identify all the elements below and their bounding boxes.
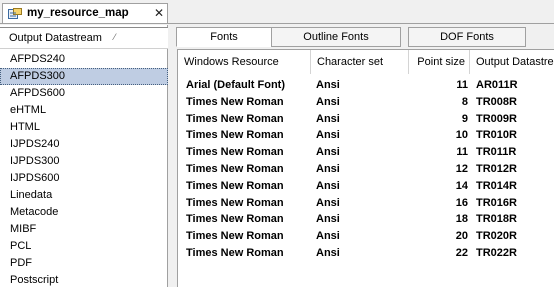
cell-windows-resource: Times New Roman — [186, 129, 284, 142]
font-type-tabs: Fonts Outline Fonts DOF Fonts — [174, 25, 554, 47]
cell-windows-resource: Times New Roman — [186, 162, 284, 175]
datastream-item[interactable]: HTML — [0, 119, 168, 136]
document-tab-title: my_resource_map — [27, 7, 129, 19]
cell-output-datastream: TR012R — [476, 162, 517, 175]
datastream-item[interactable]: eHTML — [0, 102, 168, 119]
datastream-item[interactable]: AFPDS600 — [0, 85, 168, 102]
column-header-output-datastream[interactable]: Output Datastream — [470, 50, 554, 74]
cell-windows-resource: Times New Roman — [186, 196, 284, 209]
cell-point-size: 10 — [455, 129, 468, 142]
cell-output-datastream: TR014R — [476, 179, 517, 192]
sort-icon: ⁄ — [114, 32, 116, 42]
output-datastream-list: AFPDS240 AFPDS300 AFPDS600 eHTML HTML IJ… — [0, 51, 168, 287]
tab-strip-divider — [0, 23, 554, 24]
output-datastream-panel: Output Datastream ⁄ AFPDS240 AFPDS300 AF… — [0, 25, 168, 287]
cell-point-size: 11 — [456, 79, 468, 91]
cell-point-size: 11 — [456, 146, 468, 159]
cell-character-set: Ansi — [316, 179, 340, 192]
font-mapping-panel: Fonts Outline Fonts DOF Fonts Windows Re… — [174, 25, 554, 287]
cell-point-size: 12 — [455, 162, 468, 175]
cell-windows-resource: Times New Roman — [186, 179, 284, 192]
cell-output-datastream: TR020R — [476, 230, 517, 243]
datastream-item[interactable]: PDF — [0, 255, 168, 272]
cell-character-set: Ansi — [316, 196, 340, 209]
cell-output-datastream: AR011R — [476, 79, 518, 91]
font-mapping-table: Windows Resource Character set Point siz… — [177, 49, 554, 287]
cell-character-set: Ansi — [316, 246, 340, 259]
column-header-windows-resource[interactable]: Windows Resource — [178, 50, 311, 74]
table-row[interactable]: Times New Roman Ansi 14 TR014R — [178, 178, 554, 195]
table-row[interactable]: Times New Roman Ansi 9 TR009R — [178, 111, 554, 128]
table-header: Windows Resource Character set Point siz… — [178, 50, 554, 74]
cell-point-size: 8 — [461, 95, 468, 108]
cell-character-set: Ansi — [316, 146, 340, 159]
cell-character-set: Ansi — [316, 95, 340, 108]
document-tab[interactable]: my_resource_map ✕ — [2, 3, 168, 24]
table-row[interactable]: Arial (Default Font) Ansi 11 AR011R — [178, 77, 554, 94]
datastream-item[interactable]: Postscript — [0, 272, 168, 287]
cell-output-datastream: TR010R — [476, 129, 517, 142]
table-row[interactable]: Times New Roman Ansi 10 TR010R — [178, 127, 554, 144]
table-row[interactable]: Times New Roman Ansi 8 TR008R — [178, 94, 554, 111]
datastream-item[interactable]: IJPDS240 — [0, 136, 168, 153]
datastream-item[interactable]: PCL — [0, 238, 168, 255]
tab-fonts[interactable]: Fonts — [176, 27, 272, 47]
cell-output-datastream: TR016R — [476, 196, 517, 209]
cell-windows-resource: Times New Roman — [186, 95, 284, 108]
table-body: Arial (Default Font) Ansi 11 AR011R Time… — [178, 77, 554, 262]
cell-character-set: Ansi — [316, 230, 340, 243]
cell-point-size: 20 — [455, 230, 468, 243]
datastream-item[interactable]: IJPDS600 — [0, 170, 168, 187]
table-row[interactable]: Times New Roman Ansi 18 TR018R — [178, 211, 554, 228]
cell-output-datastream: TR011R — [476, 146, 517, 159]
cell-windows-resource: Times New Roman — [186, 112, 284, 125]
table-row[interactable]: Times New Roman Ansi 16 TR016R — [178, 195, 554, 212]
cell-character-set: Ansi — [316, 112, 340, 125]
tab-outline-fonts[interactable]: Outline Fonts — [271, 27, 401, 47]
output-datastream-header[interactable]: Output Datastream ⁄ — [0, 27, 168, 49]
datastream-item-selected[interactable]: AFPDS300 — [0, 68, 168, 85]
datastream-item[interactable]: MIBF — [0, 221, 168, 238]
cell-output-datastream: TR018R — [476, 213, 517, 226]
close-icon[interactable]: ✕ — [154, 6, 164, 20]
table-row[interactable]: Times New Roman Ansi 11 TR011R — [178, 144, 554, 161]
cell-character-set: Ansi — [316, 129, 340, 142]
cell-character-set: Ansi — [316, 162, 340, 175]
table-row[interactable]: Times New Roman Ansi 12 TR012R — [178, 161, 554, 178]
datastream-item[interactable]: AFPDS240 — [0, 51, 168, 68]
cell-windows-resource: Times New Roman — [186, 213, 284, 226]
cell-character-set: Ansi — [316, 213, 340, 226]
output-datastream-header-label: Output Datastream — [9, 32, 102, 44]
cell-point-size: 16 — [455, 196, 468, 209]
datastream-item[interactable]: Metacode — [0, 204, 168, 221]
table-row[interactable]: Times New Roman Ansi 20 TR020R — [178, 228, 554, 245]
datastream-item[interactable]: Linedata — [0, 187, 168, 204]
cell-point-size: 18 — [455, 213, 468, 226]
cell-windows-resource: Arial (Default Font) — [186, 79, 285, 91]
cell-point-size: 9 — [461, 112, 468, 125]
document-tab-strip: my_resource_map ✕ — [0, 0, 554, 26]
cell-windows-resource: Times New Roman — [186, 146, 284, 159]
datastream-item[interactable]: IJPDS300 — [0, 153, 168, 170]
table-row[interactable]: Times New Roman Ansi 22 TR022R — [178, 245, 554, 262]
tab-dof-fonts[interactable]: DOF Fonts — [408, 27, 526, 47]
cell-windows-resource: Times New Roman — [186, 246, 284, 259]
cell-point-size: 14 — [455, 179, 468, 192]
resource-map-icon — [8, 8, 22, 19]
cell-point-size: 22 — [455, 246, 468, 259]
column-header-point-size[interactable]: Point size — [409, 50, 470, 74]
cell-output-datastream: TR008R — [476, 95, 517, 108]
cell-character-set: Ansi — [316, 79, 340, 91]
cell-windows-resource: Times New Roman — [186, 230, 284, 243]
column-header-character-set[interactable]: Character set — [311, 50, 409, 74]
cell-output-datastream: TR009R — [476, 112, 517, 125]
cell-output-datastream: TR022R — [476, 246, 517, 259]
